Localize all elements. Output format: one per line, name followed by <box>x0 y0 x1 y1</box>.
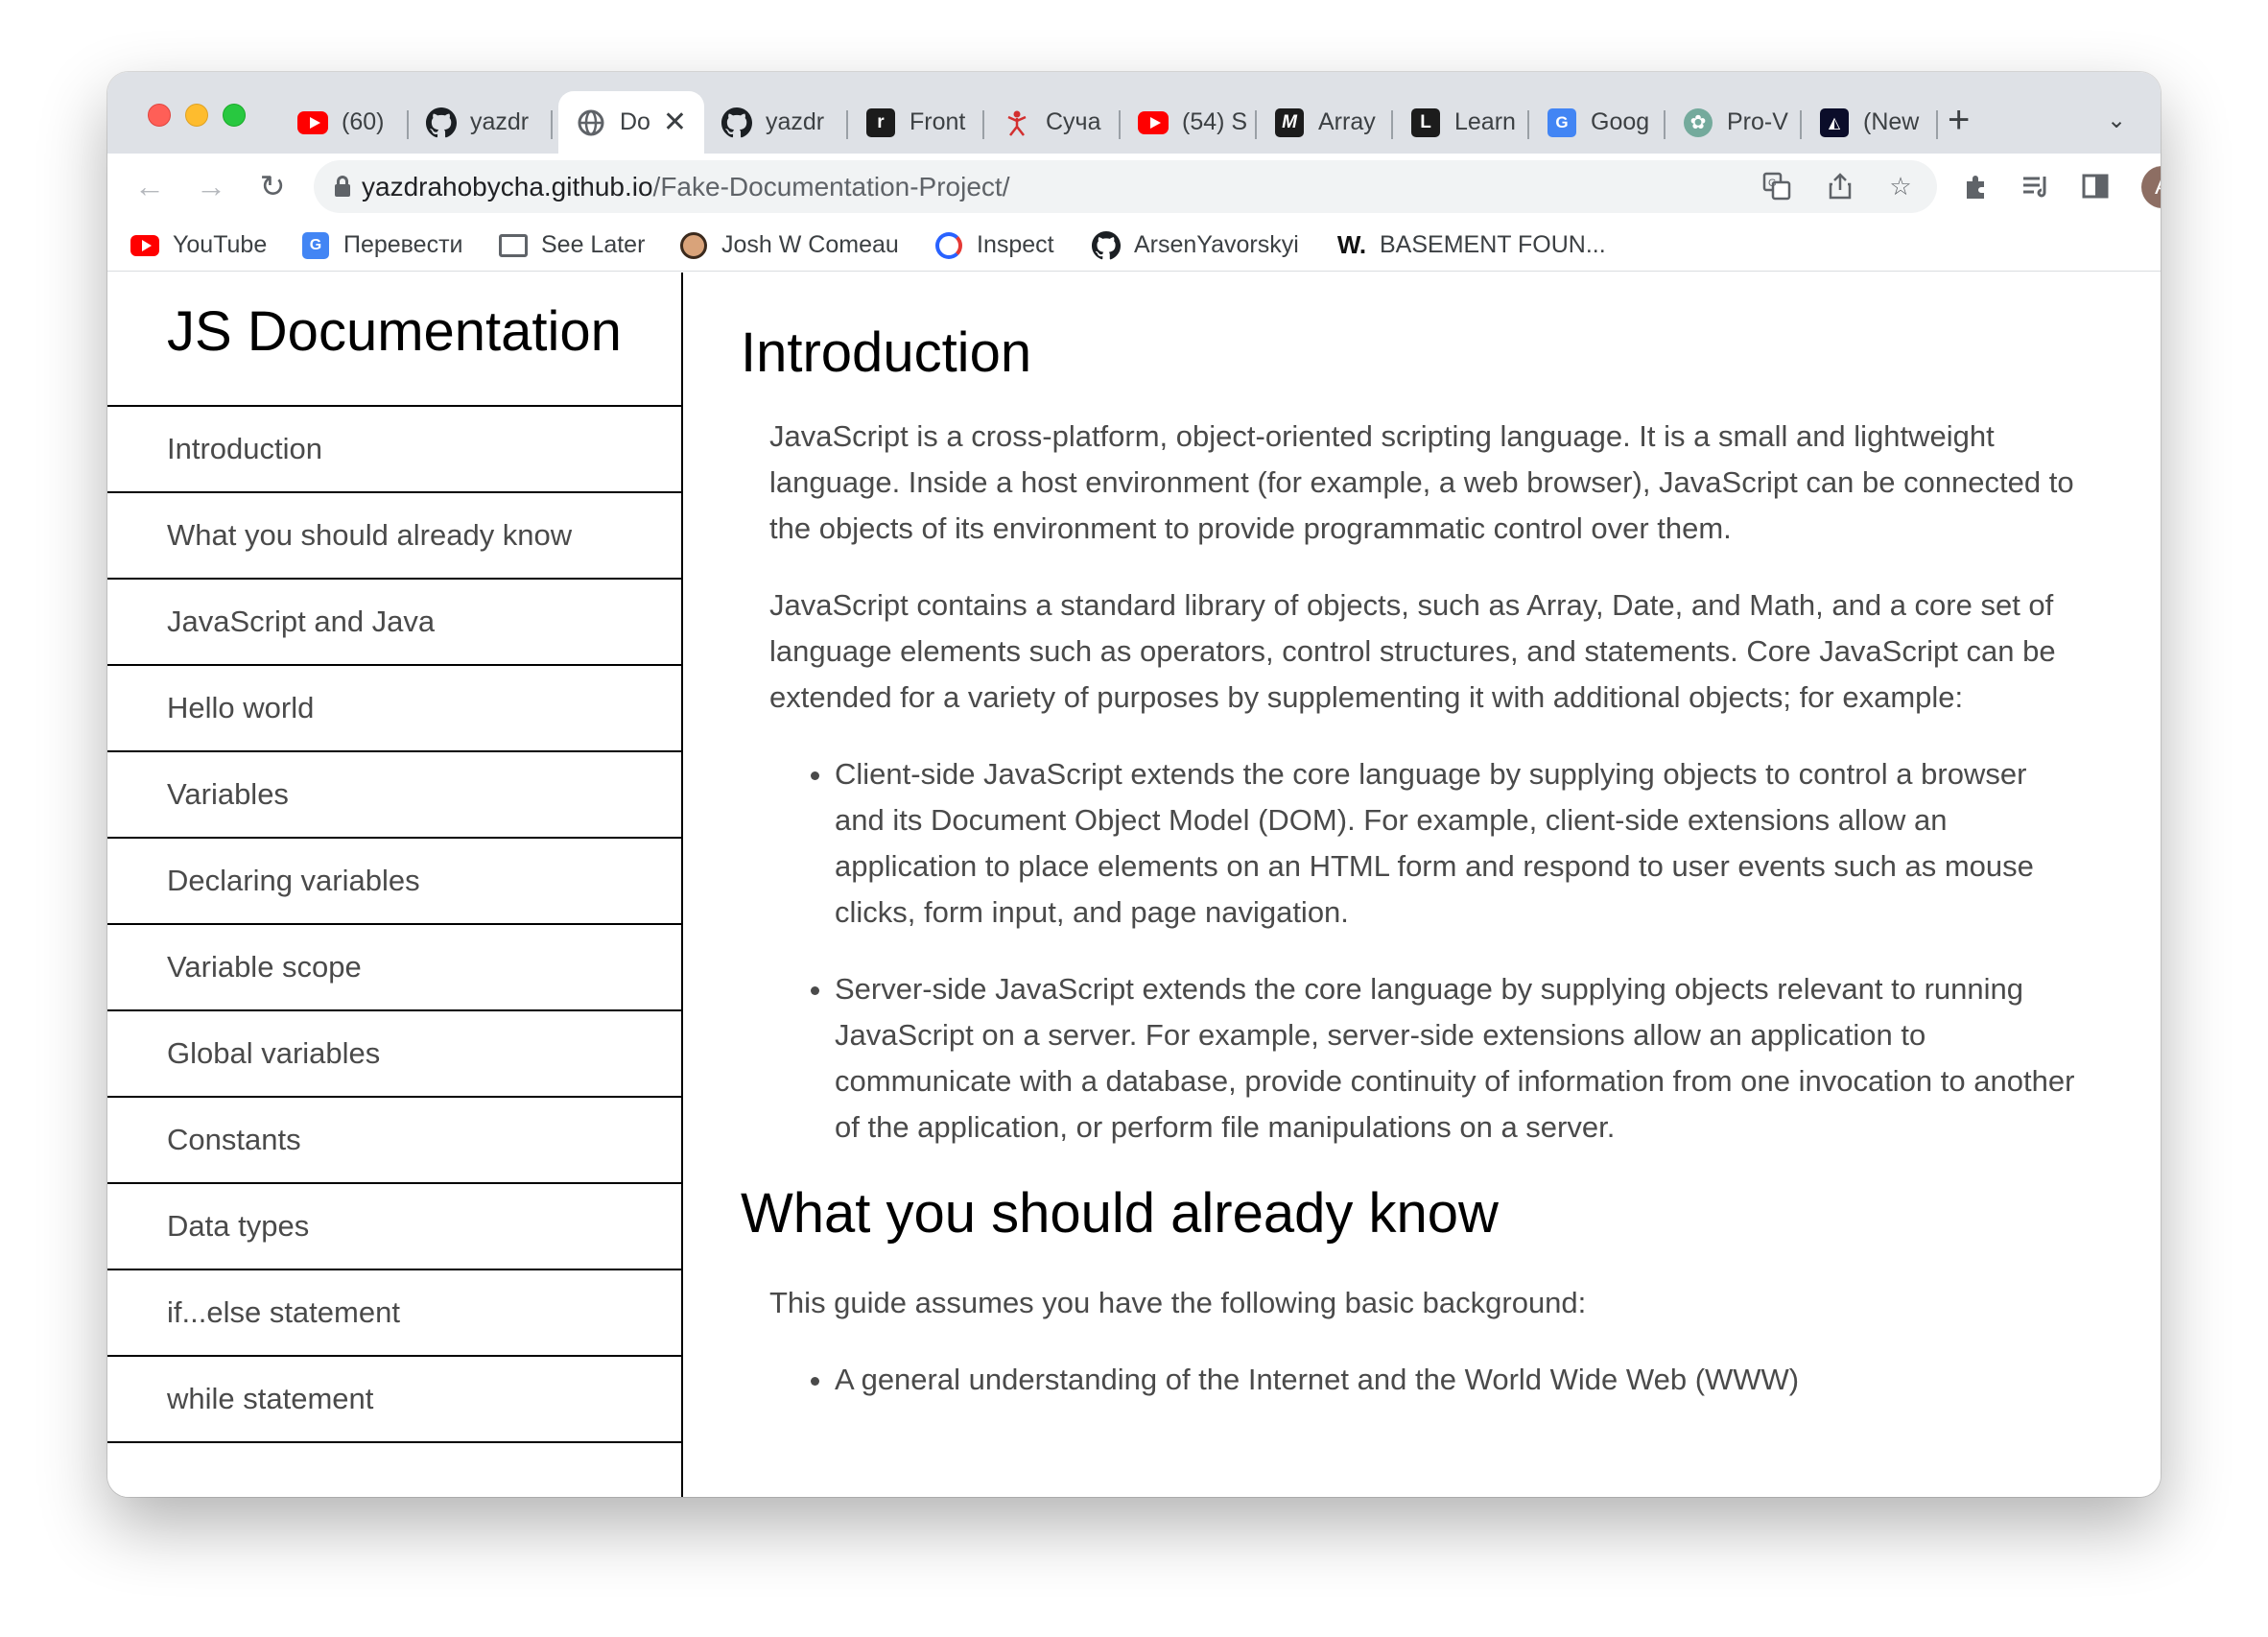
nav-link-while-statement[interactable]: while statement <box>107 1357 681 1443</box>
bookmark-inspect[interactable]: Inspect <box>934 219 1054 272</box>
back-button[interactable]: ← <box>129 165 171 207</box>
nav-link-global-variables[interactable]: Global variables <box>107 1011 681 1098</box>
folder-icon <box>499 231 528 260</box>
nav-header: JS Documentation <box>107 273 681 407</box>
tab-documentation-active[interactable]: Do ✕ <box>558 91 704 154</box>
section-heading: What you should already know <box>741 1182 1499 1245</box>
bookmarks-bar: YouTube G Перевести See Later Josh W Com… <box>107 219 2161 272</box>
nav-link-hello-world[interactable]: Hello world <box>107 666 681 752</box>
bullet-list: A general understanding of the Internet … <box>835 1357 2082 1403</box>
tab-sucha[interactable]: Суча <box>984 91 1121 154</box>
nav-link-javascript-and-java[interactable]: JavaScript and Java <box>107 580 681 666</box>
bullet-list: Client-side JavaScript extends the core … <box>835 751 2082 1151</box>
youtube-icon <box>130 231 159 260</box>
tab-strip: (60) yazdr Do ✕ yazdr r Front Суча (54) … <box>107 72 2161 154</box>
nav-link-if-else-statement[interactable]: if...else statement <box>107 1270 681 1357</box>
forward-button[interactable]: → <box>190 165 232 207</box>
share-icon[interactable] <box>1824 170 1856 202</box>
address-bar[interactable]: yazdrahobycha.github.io/Fake-Documentati… <box>314 160 1937 213</box>
tab-mdn-array[interactable]: M Array <box>1257 91 1393 154</box>
page-title: JS Documentation <box>167 300 622 363</box>
avatar-icon <box>679 231 708 260</box>
reading-list-icon[interactable] <box>2017 167 2055 205</box>
bookmark-youtube[interactable]: YouTube <box>130 219 267 272</box>
github-icon <box>721 107 752 138</box>
google-translate-icon: G <box>1547 107 1577 138</box>
section-introduction: Introduction JavaScript is a cross-platf… <box>741 320 2161 1151</box>
frontend-mentor-icon: r <box>865 107 896 138</box>
nav-link-variables[interactable]: Variables <box>107 752 681 839</box>
learn-icon: L <box>1410 107 1441 138</box>
maximize-window-button[interactable] <box>223 104 246 127</box>
svg-text:G: G <box>1768 178 1777 189</box>
github-icon <box>426 107 457 138</box>
bookmark-translate[interactable]: G Перевести <box>301 219 463 272</box>
chevron-down-icon[interactable]: ⌄ <box>2107 107 2126 134</box>
dev-icon: ◭ <box>1819 107 1850 138</box>
section-heading: Introduction <box>741 321 1032 384</box>
translate-icon[interactable]: G <box>1760 170 1793 202</box>
bookmark-arsenyavorskyi[interactable]: ArsenYavorskyi <box>1092 219 1299 272</box>
red-figure-icon <box>1002 107 1032 138</box>
youtube-icon <box>297 107 328 138</box>
tab-youtube-54[interactable]: (54) S <box>1121 91 1257 154</box>
url-text[interactable]: yazdrahobycha.github.io/Fake-Documentati… <box>362 172 1009 202</box>
navbar: JS Documentation Introduction What you s… <box>107 273 683 1497</box>
side-panel-icon[interactable] <box>2076 167 2114 205</box>
youtube-icon <box>1138 107 1169 138</box>
main-doc: Introduction JavaScript is a cross-platf… <box>683 273 2161 1497</box>
browser-window: (60) yazdr Do ✕ yazdr r Front Суча (54) … <box>107 72 2161 1497</box>
nav-link-data-types[interactable]: Data types <box>107 1184 681 1270</box>
inspect-icon <box>934 231 963 260</box>
bookmark-star-icon[interactable]: ☆ <box>1884 170 1917 202</box>
w-logo-icon: W. <box>1336 230 1367 259</box>
tab-chatgpt[interactable]: ✿ Pro-V <box>1666 91 1802 154</box>
nav-link-variable-scope[interactable]: Variable scope <box>107 925 681 1011</box>
globe-icon <box>576 107 606 138</box>
mdn-icon: M <box>1274 107 1305 138</box>
paragraph: JavaScript is a cross-platform, object-o… <box>769 419 2074 545</box>
close-window-button[interactable] <box>148 104 171 127</box>
nav-link-introduction[interactable]: Introduction <box>107 407 681 493</box>
list-item: A general understanding of the Internet … <box>835 1357 2082 1403</box>
section-what-you-should-already-know: What you should already know This guide … <box>741 1181 2161 1403</box>
extensions-icon[interactable] <box>1957 167 1996 205</box>
tab-github-2[interactable]: yazdr <box>704 91 848 154</box>
bookmark-see-later[interactable]: See Later <box>499 219 645 272</box>
lock-icon[interactable] <box>335 176 350 197</box>
bookmark-basement[interactable]: W. BASEMENT FOUN... <box>1337 219 1606 272</box>
web-page: JS Documentation Introduction What you s… <box>107 273 2161 1497</box>
google-translate-icon: G <box>301 231 330 260</box>
paragraph: JavaScript contains a standard library o… <box>769 588 2056 714</box>
bookmark-josh-comeau[interactable]: Josh W Comeau <box>679 219 899 272</box>
list-item: Server-side JavaScript extends the core … <box>835 966 2082 1151</box>
reload-button[interactable]: ↻ <box>251 165 294 207</box>
nav-link-what-you-should-already-know[interactable]: What you should already know <box>107 493 681 580</box>
tab-new[interactable]: ◭ (New <box>1802 91 1938 154</box>
close-tab-icon[interactable]: ✕ <box>663 106 687 139</box>
github-icon <box>1092 230 1121 260</box>
tab-google-translate[interactable]: G Goog <box>1529 91 1666 154</box>
nav-link-constants[interactable]: Constants <box>107 1098 681 1184</box>
new-tab-button[interactable]: + <box>1948 101 1970 139</box>
paragraph: This guide assumes you have the followin… <box>769 1286 1587 1319</box>
tab-learn[interactable]: L Learn <box>1393 91 1529 154</box>
browser-toolbar: ← → ↻ yazdrahobycha.github.io/Fake-Docum… <box>107 154 2161 219</box>
minimize-window-button[interactable] <box>185 104 208 127</box>
chatgpt-icon: ✿ <box>1683 107 1713 138</box>
profile-avatar[interactable]: A <box>2141 166 2161 208</box>
nav-link-declaring-variables[interactable]: Declaring variables <box>107 839 681 925</box>
list-item: Client-side JavaScript extends the core … <box>835 751 2082 936</box>
tab-github-1[interactable]: yazdr <box>409 91 553 154</box>
tab-youtube-60[interactable]: (60) <box>280 91 409 154</box>
tab-frontend-mentor[interactable]: r Front <box>848 91 984 154</box>
